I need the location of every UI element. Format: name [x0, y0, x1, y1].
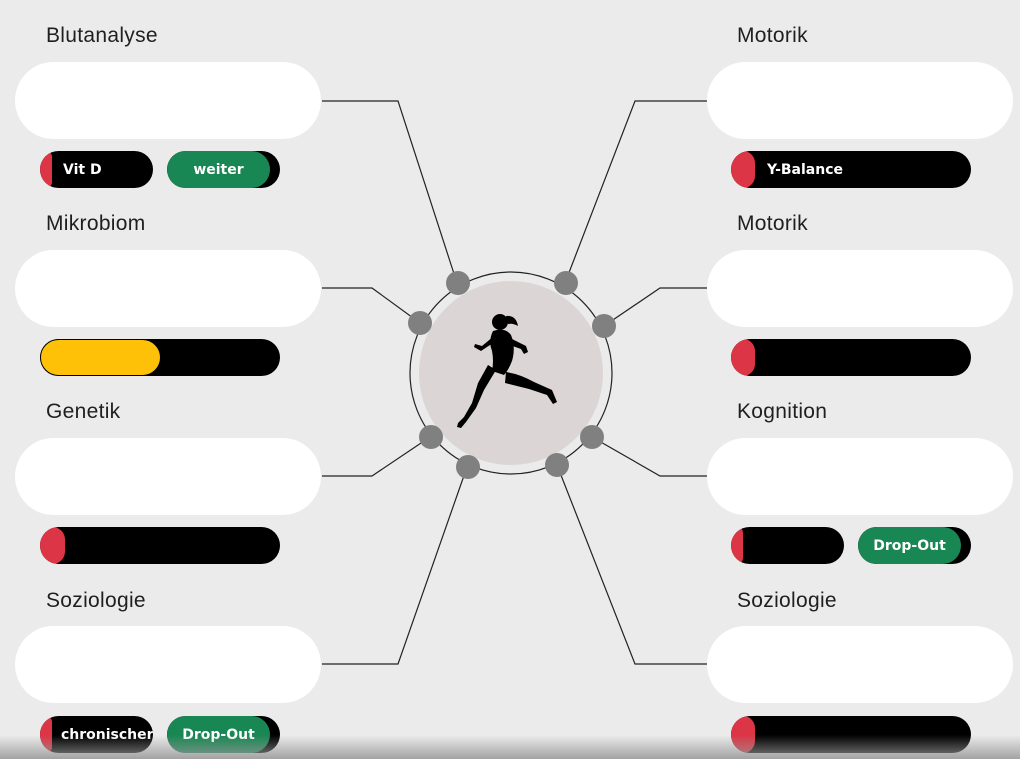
status-bar[interactable] — [40, 339, 280, 376]
hub-node — [419, 425, 443, 449]
panel-title: Soziologie — [737, 589, 837, 612]
status-bar[interactable]: Y-Balance — [731, 151, 971, 188]
status-bar[interactable]: Vit D — [40, 151, 153, 188]
panel-card[interactable] — [15, 62, 321, 139]
panel-card[interactable] — [15, 626, 321, 703]
hub-node — [456, 455, 480, 479]
panel-title: Motorik — [737, 212, 808, 235]
panel-title: Motorik — [737, 24, 808, 47]
connector-line-blutanalyse — [322, 100, 458, 284]
drop-out-button-wrap[interactable]: Drop-Out — [167, 716, 280, 753]
status-level-yellow — [40, 339, 161, 376]
status-bar[interactable] — [731, 527, 844, 564]
hub-node — [592, 314, 616, 338]
connector-line-kognition — [591, 436, 707, 477]
drop-out-button[interactable]: Drop-Out — [167, 716, 270, 753]
status-level-red — [40, 151, 52, 188]
status-bar-label: chronischer — [61, 726, 153, 743]
panel-card[interactable] — [707, 626, 1013, 703]
status-bar[interactable] — [731, 339, 971, 376]
status-bar[interactable] — [40, 527, 280, 564]
status-bar-label: Vit D — [63, 161, 102, 178]
status-bar[interactable]: chronischer — [40, 716, 153, 753]
connector-line-genetik — [322, 436, 431, 477]
connector-line-motorik-2 — [603, 287, 707, 327]
panel-card[interactable] — [707, 438, 1013, 515]
weiter-button[interactable]: weiter — [167, 151, 270, 188]
hub-node — [408, 311, 432, 335]
connector-line-motorik-1 — [564, 100, 707, 284]
status-level-red — [40, 716, 52, 753]
panel-title: Kognition — [737, 400, 828, 423]
hub-node — [580, 425, 604, 449]
weiter-button-wrap[interactable]: weiter — [167, 151, 280, 188]
status-level-red — [731, 527, 743, 564]
hub-node — [545, 453, 569, 477]
hub-node — [554, 271, 578, 295]
hub-node — [446, 271, 470, 295]
panel-card[interactable] — [707, 62, 1013, 139]
panel-title: Soziologie — [46, 589, 146, 612]
panel-card[interactable] — [707, 250, 1013, 327]
panel-title: Genetik — [46, 400, 121, 423]
connector-line-soziologie-left — [322, 466, 468, 665]
connector-line-soziologie-right — [556, 464, 707, 665]
status-level-red — [40, 527, 65, 564]
status-bar[interactable] — [731, 716, 971, 753]
status-level-red — [731, 716, 755, 753]
drop-out-button[interactable]: Drop-Out — [858, 527, 961, 564]
connector-line-mikrobiom — [322, 287, 421, 324]
panel-title: Mikrobiom — [46, 212, 146, 235]
panel-title: Blutanalyse — [46, 24, 158, 47]
panel-card[interactable] — [15, 250, 321, 327]
panel-card[interactable] — [15, 438, 321, 515]
status-bar-label: Y-Balance — [767, 161, 844, 178]
status-level-red — [731, 339, 755, 376]
status-level-red — [731, 151, 755, 188]
drop-out-button-wrap[interactable]: Drop-Out — [858, 527, 971, 564]
